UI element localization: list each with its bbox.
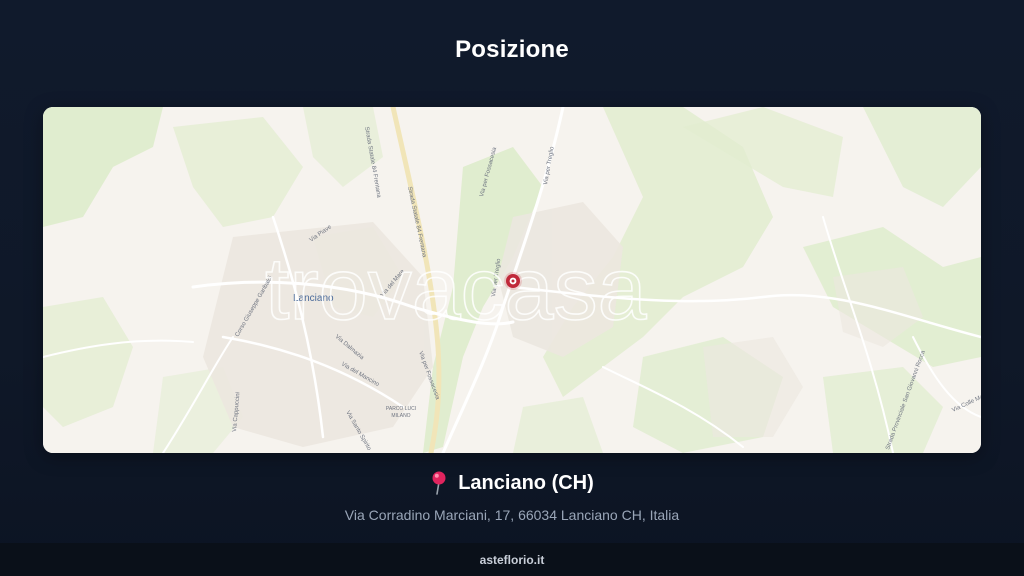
location-map[interactable]: Strada Statale 84 Frentana Strada Statal… xyxy=(43,107,981,453)
park-label: PARCO LUCI xyxy=(386,406,416,412)
location-title: Lanciano (CH) xyxy=(458,471,594,494)
location-address: Via Corradino Marciani, 17, 66034 Lancia… xyxy=(344,507,680,523)
map-watermark: trovacasa xyxy=(265,239,647,338)
page-title: Posizione xyxy=(455,36,569,63)
park-label: MILANO xyxy=(391,413,410,419)
footer-site-link[interactable]: asteflorio.it xyxy=(480,553,545,567)
location-marker-icon[interactable] xyxy=(504,272,522,290)
location-info: Lanciano (CH) Via Corradino Marciani, 17… xyxy=(0,471,1024,523)
location-heading: Lanciano (CH) xyxy=(430,471,594,495)
footer: asteflorio.it xyxy=(0,543,1024,576)
pushpin-icon xyxy=(430,471,448,495)
